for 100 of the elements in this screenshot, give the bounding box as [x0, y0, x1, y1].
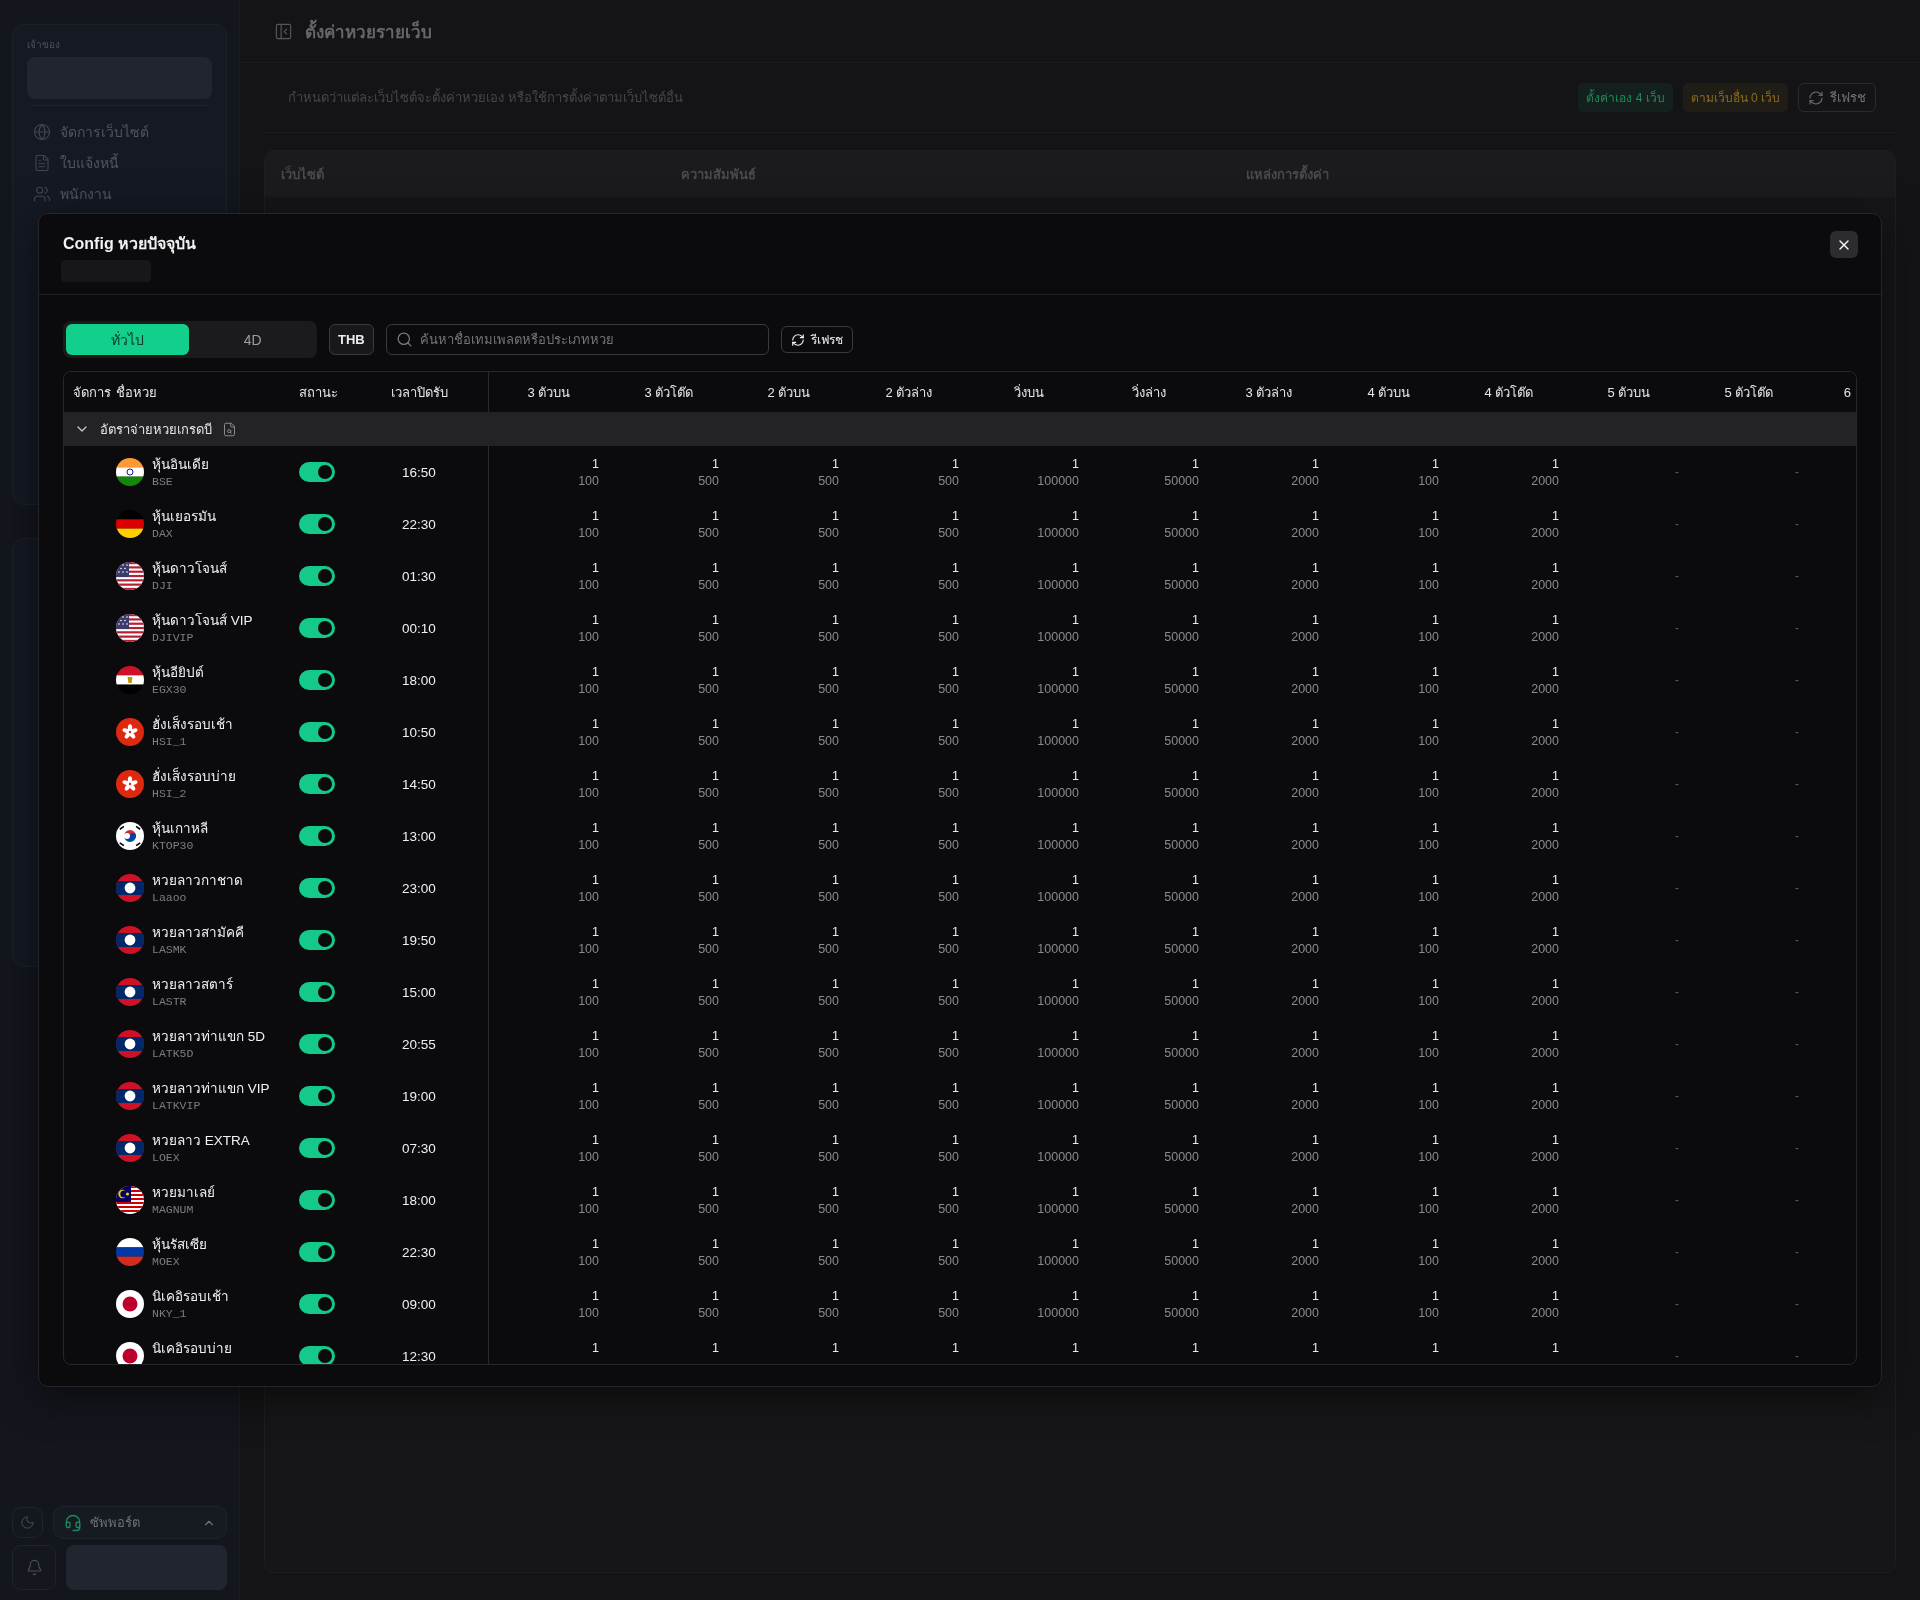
- payout-rate: 2000: [1291, 1305, 1319, 1322]
- status-toggle[interactable]: [299, 1138, 335, 1158]
- bet-unit: 1: [1072, 872, 1079, 889]
- group-row[interactable]: อัตราจ่ายหวยเกรดบี: [64, 412, 1856, 446]
- close-button[interactable]: [1830, 231, 1858, 258]
- lottery-code: DJI: [152, 578, 173, 594]
- lottery-name: ฮั่งเส็งรอบเช้า: [152, 716, 233, 734]
- sidebar-item[interactable]: พนักงาน: [27, 178, 212, 209]
- sidebar-item[interactable]: จัดการเว็บไซต์: [27, 116, 212, 147]
- status-toggle[interactable]: [299, 982, 335, 1002]
- status-toggle[interactable]: [299, 514, 335, 534]
- empty-value-dash: -: [1675, 933, 1679, 947]
- bet-unit: 1: [832, 924, 839, 941]
- bet-unit: 1: [1192, 820, 1199, 837]
- payout-rate: 2000: [1291, 837, 1319, 854]
- payout-rate: 100: [578, 733, 599, 750]
- bet-unit: 1: [1192, 612, 1199, 629]
- payout-rate: 100000: [1037, 941, 1079, 958]
- bet-unit: 1: [592, 1028, 599, 1045]
- column-header: 5 ตัวโต๊ด: [1724, 383, 1774, 402]
- bet-unit: 1: [1072, 1288, 1079, 1305]
- closing-time: 12:30: [402, 1348, 436, 1364]
- status-toggle[interactable]: [299, 462, 335, 482]
- bet-unit: 1: [832, 1028, 839, 1045]
- file-search-icon[interactable]: [222, 421, 237, 437]
- russia-flag-icon: [116, 1238, 144, 1266]
- empty-value-dash: -: [1795, 621, 1799, 635]
- bet-unit: 1: [1432, 1340, 1439, 1357]
- status-toggle[interactable]: [299, 774, 335, 794]
- bet-unit: 1: [1072, 1236, 1079, 1253]
- status-toggle[interactable]: [299, 1086, 335, 1106]
- payout-rate: 2000: [1531, 785, 1559, 802]
- bet-unit: 1: [952, 820, 959, 837]
- empty-value-dash: -: [1675, 1297, 1679, 1311]
- empty-value-dash: -: [1795, 1089, 1799, 1103]
- payout-rate: 500: [938, 837, 959, 854]
- empty-value-dash: -: [1675, 725, 1679, 739]
- column-header: 3 ตัวโต๊ด: [644, 383, 694, 402]
- status-toggle[interactable]: [299, 670, 335, 690]
- bet-unit: 1: [1552, 872, 1559, 889]
- status-toggle[interactable]: [299, 1294, 335, 1314]
- payout-rate: 500: [818, 473, 839, 490]
- status-toggle[interactable]: [299, 1190, 335, 1210]
- status-toggle[interactable]: [299, 1034, 335, 1054]
- bet-unit: 1: [1432, 1028, 1439, 1045]
- status-toggle[interactable]: [299, 930, 335, 950]
- search-field[interactable]: ค้นหาชื่อเทมเพลตหรือประเภทหวย: [385, 324, 769, 355]
- payout-rate: 100: [1418, 525, 1439, 542]
- empty-value-dash: -: [1795, 725, 1799, 739]
- group-label: อัตราจ่ายหวยเกรดบี: [100, 420, 212, 439]
- us-flag-icon: [116, 562, 144, 590]
- bet-unit: 1: [712, 1184, 719, 1201]
- bet-unit: 1: [1072, 1340, 1079, 1357]
- column-header: 2 ตัวล่าง: [885, 383, 933, 402]
- payout-rate: 500: [818, 1305, 839, 1322]
- payout-rate: 500: [698, 629, 719, 646]
- payout-rate: 500: [818, 733, 839, 750]
- sidebar-item[interactable]: ใบแจ้งหนี้: [27, 147, 212, 178]
- bet-unit: 1: [1552, 1340, 1559, 1357]
- status-toggle[interactable]: [299, 1346, 335, 1364]
- support-menu-button[interactable]: ซัพพอร์ต: [53, 1506, 227, 1539]
- status-toggle[interactable]: [299, 722, 335, 742]
- status-toggle[interactable]: [299, 878, 335, 898]
- status-toggle[interactable]: [299, 1242, 335, 1262]
- payout-rate: 100: [1418, 837, 1439, 854]
- theme-toggle-button[interactable]: [12, 1507, 43, 1538]
- empty-value-dash: -: [1675, 517, 1679, 531]
- payout-rate: 100: [1418, 1253, 1439, 1270]
- empty-value-dash: -: [1675, 569, 1679, 583]
- payout-rate: 100000: [1037, 1149, 1079, 1166]
- payout-rate: 100: [578, 1253, 599, 1270]
- tab[interactable]: ทั่วไป: [66, 324, 189, 355]
- bet-unit: 1: [1432, 1184, 1439, 1201]
- lottery-code: EGX30: [152, 682, 187, 698]
- status-badge: ตั้งค่าเอง 4 เว็บ: [1578, 83, 1673, 112]
- bet-unit: 1: [712, 1132, 719, 1149]
- payout-rate: 2000: [1531, 577, 1559, 594]
- column-header: 5 ตัวบน: [1607, 383, 1651, 402]
- payout-rate: 100: [578, 785, 599, 802]
- empty-value-dash: -: [1795, 985, 1799, 999]
- payout-rate: 50000: [1164, 837, 1199, 854]
- tab[interactable]: 4D: [191, 324, 314, 355]
- bet-unit: 1: [1312, 1288, 1319, 1305]
- status-toggle[interactable]: [299, 618, 335, 638]
- payout-rate: 2000: [1291, 733, 1319, 750]
- refresh-button[interactable]: รีเฟรช: [780, 326, 853, 353]
- payout-rate: 50000: [1164, 1045, 1199, 1062]
- bet-unit: 1: [712, 612, 719, 629]
- bet-unit: 1: [1312, 1184, 1319, 1201]
- refresh-button[interactable]: รีเฟรช: [1798, 83, 1876, 112]
- lottery-code: LASMK: [152, 942, 187, 958]
- bet-unit: 1: [1552, 1288, 1559, 1305]
- lottery-code: DJIVIP: [152, 630, 194, 646]
- status-toggle[interactable]: [299, 826, 335, 846]
- sidebar-toggle-icon[interactable]: [274, 21, 293, 41]
- payout-rate: 500: [938, 1305, 959, 1322]
- closing-time: 18:00: [402, 1192, 436, 1208]
- bet-unit: 1: [1072, 508, 1079, 525]
- status-toggle[interactable]: [299, 566, 335, 586]
- bet-unit: 1: [592, 560, 599, 577]
